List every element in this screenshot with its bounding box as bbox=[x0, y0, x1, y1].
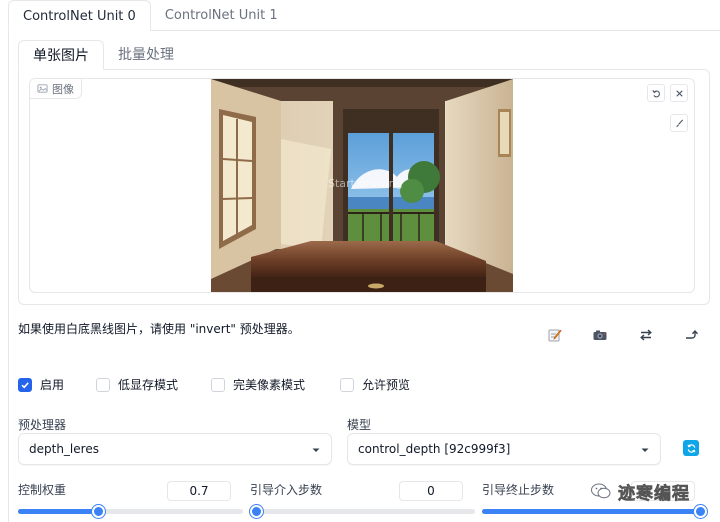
checkbox-label: 启用 bbox=[40, 378, 65, 392]
unit-tab-bar: ControlNet Unit 0 ControlNet Unit 1 bbox=[8, 0, 292, 31]
checkbox-unchecked[interactable] bbox=[96, 377, 110, 392]
undo-icon bbox=[651, 89, 660, 97]
tab-batch[interactable]: 批量处理 bbox=[104, 40, 188, 70]
arrow-up-right-icon bbox=[686, 329, 699, 339]
control-weight-label: 控制权重 bbox=[18, 483, 67, 497]
preprocessor-select[interactable]: depth_leres bbox=[18, 433, 332, 465]
slider-thumb[interactable] bbox=[694, 505, 707, 518]
open-canvas-button[interactable] bbox=[545, 325, 565, 345]
brush-button[interactable] bbox=[670, 114, 688, 132]
guidance-start-slider[interactable] bbox=[250, 505, 475, 518]
slider-thumb[interactable] bbox=[250, 505, 263, 518]
control-weight-input[interactable]: 0.7 bbox=[167, 481, 231, 501]
wechat-icon bbox=[591, 483, 611, 499]
model-value: control_depth [92c999f3] bbox=[358, 442, 511, 456]
image-tab-bar: 单张图片 批量处理 bbox=[18, 40, 188, 70]
image-tab-panel: 图像 Start drawing bbox=[18, 69, 710, 305]
enable-checkbox[interactable]: 启用 bbox=[18, 376, 64, 393]
preprocessor-value: depth_leres bbox=[29, 442, 99, 456]
checkbox-label: 允许预览 bbox=[362, 378, 411, 392]
watermark-text: 迹寒编程 bbox=[618, 483, 690, 504]
refresh-icon bbox=[687, 443, 695, 453]
checkbox-checked[interactable] bbox=[18, 377, 32, 392]
slider-fill bbox=[482, 509, 701, 514]
slider-track bbox=[250, 509, 475, 514]
start-drawing-overlay: Start drawing bbox=[328, 177, 403, 190]
chevron-down-icon bbox=[312, 448, 320, 452]
chevron-down-icon bbox=[641, 448, 649, 452]
undo-button[interactable] bbox=[647, 84, 665, 102]
checkbox-unchecked[interactable] bbox=[211, 377, 225, 392]
preprocessor-label: 预处理器 bbox=[18, 418, 67, 432]
image-label: 图像 bbox=[30, 79, 82, 99]
close-icon bbox=[675, 89, 683, 97]
guidance-start-input[interactable]: 0 bbox=[399, 481, 463, 501]
guidance-start-label: 引导介入步数 bbox=[250, 483, 323, 497]
camera-icon bbox=[593, 330, 607, 340]
control-weight-slider[interactable] bbox=[18, 505, 243, 518]
invert-hint-text: 如果使用白底黑线图片，请使用 "invert" 预处理器。 bbox=[18, 322, 300, 336]
tab-controlnet-unit-1[interactable]: ControlNet Unit 1 bbox=[151, 0, 292, 31]
edit-note-icon bbox=[548, 329, 562, 342]
webcam-button[interactable] bbox=[590, 325, 610, 345]
image-canvas[interactable]: 图像 Start drawing bbox=[29, 78, 695, 293]
image-icon bbox=[37, 84, 48, 93]
send-dimensions-button[interactable] bbox=[682, 325, 702, 345]
guidance-end-label: 引导终止步数 bbox=[482, 483, 555, 497]
clear-button[interactable] bbox=[670, 84, 688, 102]
guidance-end-slider[interactable] bbox=[482, 505, 707, 518]
pixel-perfect-checkbox[interactable]: 完美像素模式 bbox=[211, 376, 305, 393]
checkbox-unchecked[interactable] bbox=[340, 377, 354, 392]
mirror-webcam-button[interactable] bbox=[636, 325, 656, 345]
slider-fill bbox=[18, 509, 99, 514]
swap-arrows-icon bbox=[640, 329, 652, 341]
refresh-models-button[interactable] bbox=[683, 440, 699, 456]
low-vram-checkbox[interactable]: 低显存模式 bbox=[96, 376, 178, 393]
model-select[interactable]: control_depth [92c999f3] bbox=[347, 433, 661, 465]
check-icon bbox=[21, 381, 29, 388]
allow-preview-checkbox[interactable]: 允许预览 bbox=[340, 376, 410, 393]
checkbox-label: 完美像素模式 bbox=[233, 378, 306, 392]
brush-icon bbox=[675, 118, 683, 127]
controlnet-panel: ControlNet Unit 0 ControlNet Unit 1 图像 S… bbox=[0, 0, 720, 522]
tab-single-image[interactable]: 单张图片 bbox=[18, 40, 104, 70]
checkbox-label: 低显存模式 bbox=[118, 378, 179, 392]
model-label: 模型 bbox=[347, 418, 372, 432]
image-label-text: 图像 bbox=[52, 82, 74, 96]
tab-controlnet-unit-0[interactable]: ControlNet Unit 0 bbox=[8, 0, 151, 31]
wechat-watermark: 迹寒编程 bbox=[590, 480, 690, 504]
slider-thumb[interactable] bbox=[92, 505, 105, 518]
